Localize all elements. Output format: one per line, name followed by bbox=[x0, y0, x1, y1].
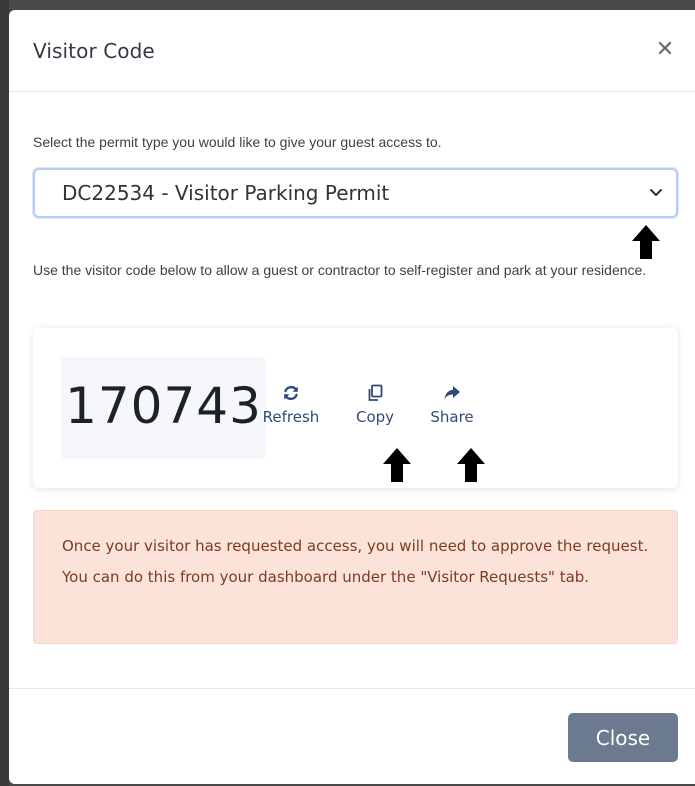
chevron-down-icon bbox=[650, 189, 662, 196]
permit-type-select[interactable]: DC22534 - Visitor Parking Permit bbox=[33, 168, 678, 218]
annotation-arrow-icon bbox=[457, 448, 485, 482]
modal-footer: Close bbox=[9, 688, 695, 784]
share-button[interactable]: Share bbox=[417, 384, 487, 426]
copy-label: Copy bbox=[355, 408, 395, 426]
visitor-code: 170743 bbox=[65, 377, 262, 435]
annotation-arrow-icon bbox=[383, 448, 411, 482]
share-label: Share bbox=[430, 408, 474, 426]
close-button[interactable]: Close bbox=[568, 713, 678, 762]
code-instruction: Use the visitor code below to allow a gu… bbox=[33, 262, 647, 278]
visitor-code-box: 170743 bbox=[61, 357, 266, 459]
refresh-label: Refresh bbox=[262, 408, 320, 426]
modal-header: Visitor Code ✕ bbox=[9, 10, 695, 92]
permit-select-value: DC22534 - Visitor Parking Permit bbox=[62, 181, 390, 205]
refresh-icon bbox=[284, 385, 298, 401]
share-icon bbox=[444, 386, 460, 400]
copy-button[interactable]: Copy bbox=[340, 384, 410, 426]
permit-instruction: Select the permit type you would like to… bbox=[33, 134, 442, 150]
approval-alert: Once your visitor has requested access, … bbox=[33, 510, 678, 644]
modal-backdrop bbox=[0, 0, 9, 786]
close-icon[interactable]: ✕ bbox=[653, 36, 677, 64]
visitor-code-card: 170743 Refresh Copy Share bbox=[33, 328, 678, 488]
refresh-button[interactable]: Refresh bbox=[256, 384, 326, 426]
copy-icon bbox=[368, 384, 383, 401]
alert-text: Once your visitor has requested access, … bbox=[62, 537, 649, 586]
visitor-code-modal: Visitor Code ✕ Select the permit type yo… bbox=[9, 10, 695, 784]
modal-title: Visitor Code bbox=[33, 39, 155, 63]
